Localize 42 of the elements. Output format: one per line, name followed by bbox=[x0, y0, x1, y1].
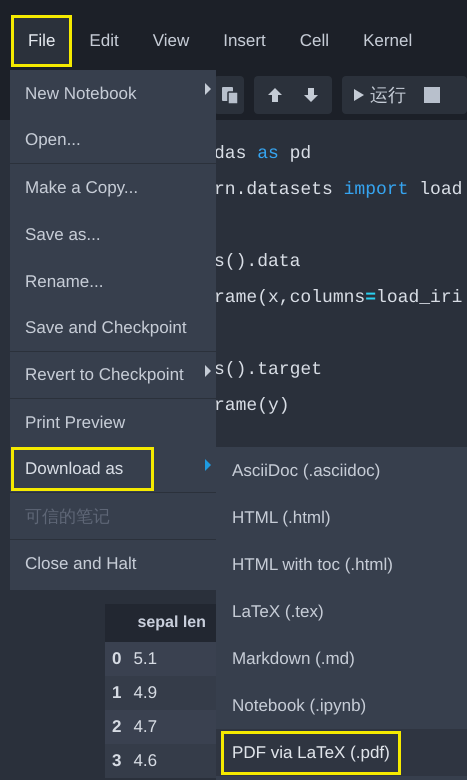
menu-item[interactable]: HTML (.html) bbox=[221, 496, 342, 540]
table-cell: 4.9 bbox=[129, 676, 216, 710]
menu-item[interactable]: Notebook (.ipynb) bbox=[221, 684, 378, 728]
play-icon bbox=[354, 89, 364, 101]
menu-item[interactable]: Print Preview bbox=[11, 400, 140, 444]
code-line: rame(x,columns=load_iri bbox=[214, 288, 462, 308]
menu-item[interactable]: Make a Copy... bbox=[11, 166, 152, 210]
menu-item[interactable]: PDF via LaTeX (.pdf) bbox=[221, 730, 401, 774]
menu-item[interactable]: Kernel bbox=[346, 15, 430, 67]
menu-item[interactable]: Revert to Checkpoint bbox=[11, 353, 198, 397]
menu-item[interactable]: New Notebook bbox=[11, 72, 151, 116]
menu-item[interactable]: Open... bbox=[11, 118, 95, 162]
arrow-down-icon[interactable] bbox=[302, 86, 320, 104]
menu-item[interactable]: Save as... bbox=[11, 212, 115, 256]
code-line: rn.datasets import load bbox=[214, 180, 462, 200]
table-cell: 4.7 bbox=[129, 710, 216, 744]
menu-item[interactable]: LaTeX (.tex) bbox=[221, 590, 335, 634]
menu-item[interactable]: Close and Halt bbox=[11, 542, 151, 586]
row-index: 1 bbox=[105, 676, 130, 710]
menu-item[interactable]: Rename... bbox=[11, 260, 118, 304]
row-index: 2 bbox=[105, 710, 130, 744]
paste-icon[interactable] bbox=[220, 85, 240, 105]
code-line: das as pd bbox=[214, 144, 312, 164]
column-header: sepal len bbox=[129, 604, 216, 642]
menu-item[interactable]: HTML with toc (.html) bbox=[221, 542, 404, 586]
code-line: s().target bbox=[214, 360, 322, 380]
menu-item[interactable]: Save and Checkpoint bbox=[11, 306, 201, 350]
arrow-up-icon[interactable] bbox=[266, 86, 284, 104]
row-index: 3 bbox=[105, 744, 130, 778]
menu-item[interactable]: Edit bbox=[72, 15, 136, 67]
menu-item[interactable]: Download as bbox=[11, 447, 154, 491]
menu-item[interactable]: View bbox=[136, 15, 206, 67]
table-cell: 5.1 bbox=[129, 642, 216, 676]
menu-item[interactable]: AsciiDoc (.asciidoc) bbox=[221, 448, 392, 492]
code-line: rame(y) bbox=[214, 396, 290, 416]
table-cell: 4.6 bbox=[129, 744, 216, 778]
menu-item[interactable]: Insert bbox=[206, 15, 283, 67]
menu-item[interactable]: Markdown (.md) bbox=[221, 636, 366, 680]
menu-item[interactable]: Cell bbox=[282, 15, 346, 67]
code-line: s().data bbox=[214, 252, 300, 272]
row-index: 0 bbox=[105, 642, 130, 676]
menu-item[interactable]: File bbox=[11, 15, 72, 67]
